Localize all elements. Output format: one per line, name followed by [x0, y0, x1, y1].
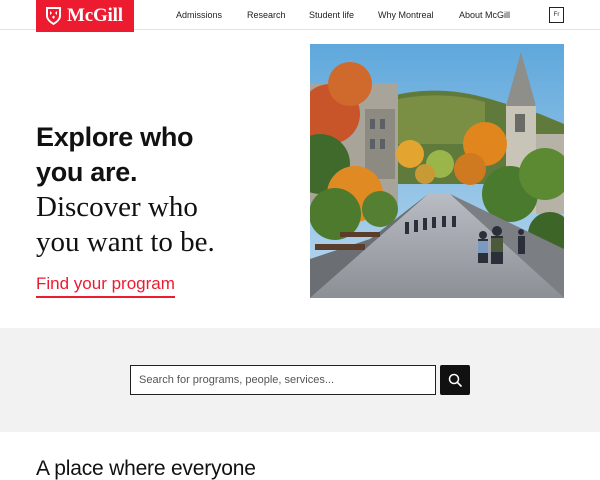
- nav-about-mcgill[interactable]: About McGill: [459, 10, 510, 20]
- nav-why-montreal[interactable]: Why Montreal: [378, 10, 434, 20]
- nav-student-life[interactable]: Student life: [309, 10, 354, 20]
- hero-headline-line-1: Explore who: [36, 122, 194, 152]
- language-toggle-button[interactable]: Fr: [549, 7, 564, 23]
- mcgill-logo[interactable]: McGill: [36, 0, 134, 32]
- section-heading: A place where everyone: [36, 457, 256, 480]
- hero-headline-line-3: Discover who: [36, 191, 198, 223]
- find-your-program-link[interactable]: Find your program: [36, 274, 175, 298]
- hero-headline-line-4: you want to be.: [36, 226, 215, 258]
- hero-campus-photo: [310, 44, 564, 298]
- search-input[interactable]: [130, 365, 436, 395]
- search-icon: [448, 373, 462, 387]
- logo-text: McGill: [67, 5, 123, 26]
- site-header: McGill Admissions Research Student life …: [0, 0, 600, 32]
- nav-research[interactable]: Research: [247, 10, 286, 20]
- nav-admissions[interactable]: Admissions: [176, 10, 222, 20]
- mcgill-shield-icon: [46, 7, 61, 25]
- campus-illustration: [310, 44, 564, 298]
- search-button[interactable]: [440, 365, 470, 395]
- hero-headline-line-2: you are.: [36, 157, 138, 187]
